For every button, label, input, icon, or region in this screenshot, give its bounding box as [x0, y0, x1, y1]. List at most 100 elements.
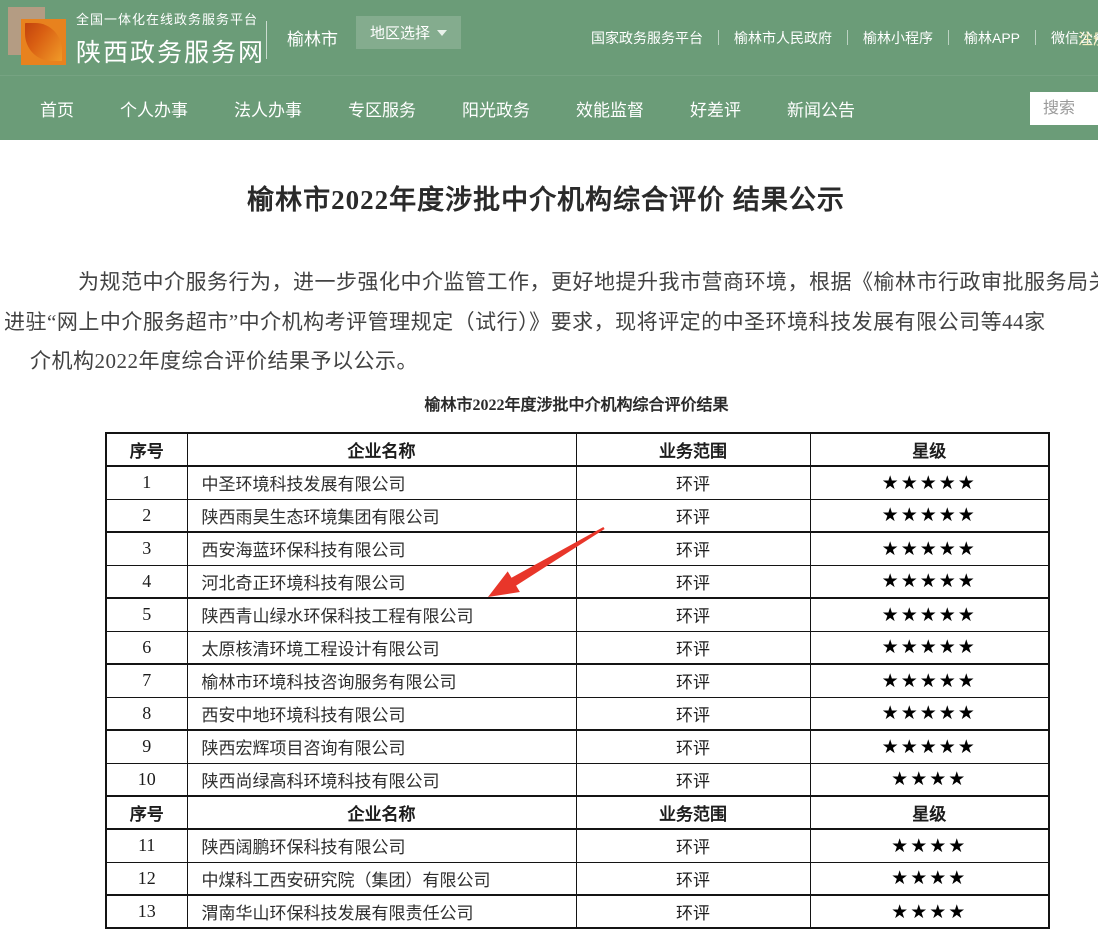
cell-scope: 环评 [576, 895, 810, 928]
cell-star-rating: ★★★★★ [810, 730, 1049, 763]
table-row: 1 中圣环境科技发展有限公司 环评 ★★★★★ [106, 466, 1049, 499]
paragraph-line-1: 为规范中介服务行为，进一步强化中介监管工作，更好地提升我市营商环境，根据《榆林市… [78, 266, 1098, 296]
cell-no: 6 [106, 631, 187, 664]
cell-company-name: 河北奇正环境科技有限公司 [187, 565, 576, 598]
cell-star-rating: ★★★★★ [810, 631, 1049, 664]
header-links: 国家政务服务平台 榆林市人民政府 榆林小程序 榆林APP 微信公众号 [576, 0, 1098, 75]
nav-items: 首页 个人办事 法人办事 专区服务 阳光政务 效能监督 好差评 新闻公告 [40, 76, 855, 141]
col-header-no: 序号 [106, 796, 187, 829]
cell-scope: 环评 [576, 862, 810, 895]
current-city-label: 榆林市 [287, 25, 338, 50]
cell-company-name: 渭南华山环保科技发展有限责任公司 [187, 895, 576, 928]
link-yulin-government[interactable]: 榆林市人民政府 [719, 28, 847, 48]
col-header-stars: 星级 [810, 796, 1049, 829]
link-yulin-miniprogram[interactable]: 榆林小程序 [848, 28, 948, 48]
cell-star-rating: ★★★★★ [810, 697, 1049, 730]
register-link[interactable]: 注册 [1078, 28, 1098, 49]
cell-star-rating: ★★★★★ [810, 565, 1049, 598]
cell-company-name: 陕西青山绿水环保科技工程有限公司 [187, 598, 576, 631]
top-header-bar: 全国一体化在线政务服务平台 陕西政务服务网 榆林市 地区选择 国家政务服务平台 … [0, 0, 1098, 75]
cell-no: 4 [106, 565, 187, 598]
cell-scope: 环评 [576, 631, 810, 664]
site-logo-icon [8, 7, 66, 65]
cell-company-name: 西安海蓝环保科技有限公司 [187, 532, 576, 565]
table-row: 11 陕西阔鹏环保科技有限公司 环评 ★★★★ [106, 829, 1049, 862]
cell-company-name: 西安中地环境科技有限公司 [187, 697, 576, 730]
table-header-row: 序号 企业名称 业务范围 星级 [106, 433, 1049, 466]
col-header-scope: 业务范围 [576, 433, 810, 466]
cell-star-rating: ★★★★★ [810, 499, 1049, 532]
cell-company-name: 陕西阔鹏环保科技有限公司 [187, 829, 576, 862]
nav-item-home[interactable]: 首页 [40, 96, 74, 121]
search-input[interactable] [1030, 92, 1098, 125]
cell-scope: 环评 [576, 565, 810, 598]
page-title: 榆林市2022年度涉批中介机构综合评价 结果公示 [0, 178, 1092, 217]
cell-scope: 环评 [576, 532, 810, 565]
cell-no: 13 [106, 895, 187, 928]
cell-company-name: 中圣环境科技发展有限公司 [187, 466, 576, 499]
table-header-row-repeat: 序号 企业名称 业务范围 星级 [106, 796, 1049, 829]
link-national-platform[interactable]: 国家政务服务平台 [576, 28, 718, 48]
col-header-stars: 星级 [810, 433, 1049, 466]
cell-no: 7 [106, 664, 187, 697]
cell-scope: 环评 [576, 829, 810, 862]
col-header-name: 企业名称 [187, 796, 576, 829]
cell-scope: 环评 [576, 598, 810, 631]
page: { "header": { "platform_label": "全国一体化在线… [0, 0, 1098, 947]
cell-star-rating: ★★★★★ [810, 532, 1049, 565]
cell-no: 3 [106, 532, 187, 565]
table-row: 13 渭南华山环保科技发展有限责任公司 环评 ★★★★ [106, 895, 1049, 928]
col-header-scope: 业务范围 [576, 796, 810, 829]
paragraph-line-3: 介机构2022年度综合评价结果予以公示。 [30, 345, 418, 375]
cell-no: 12 [106, 862, 187, 895]
col-header-name: 企业名称 [187, 433, 576, 466]
nav-item-news[interactable]: 新闻公告 [787, 96, 855, 121]
nav-item-legal-person[interactable]: 法人办事 [234, 96, 302, 121]
table-row: 10 陕西尚绿高科环境科技有限公司 环评 ★★★★ [106, 763, 1049, 796]
cell-star-rating: ★★★★★ [810, 598, 1049, 631]
cell-star-rating: ★★★★★ [810, 466, 1049, 499]
table-row-highlighted-by-arrow: 4 河北奇正环境科技有限公司 环评 ★★★★★ [106, 565, 1049, 598]
link-yulin-app[interactable]: 榆林APP [949, 28, 1035, 48]
cell-star-rating: ★★★★ [810, 763, 1049, 796]
table-row: 9 陕西宏辉项目咨询有限公司 环评 ★★★★★ [106, 730, 1049, 763]
cell-star-rating: ★★★★ [810, 829, 1049, 862]
table-row: 12 中煤科工西安研究院（集团）有限公司 环评 ★★★★ [106, 862, 1049, 895]
table-caption: 榆林市2022年度涉批中介机构综合评价结果 [105, 391, 1048, 415]
cell-scope: 环评 [576, 499, 810, 532]
region-select-label: 地区选择 [370, 22, 430, 43]
cell-company-name: 中煤科工西安研究院（集团）有限公司 [187, 862, 576, 895]
cell-scope: 环评 [576, 466, 810, 499]
cell-star-rating: ★★★★ [810, 895, 1049, 928]
cell-company-name: 陕西尚绿高科环境科技有限公司 [187, 763, 576, 796]
cell-scope: 环评 [576, 763, 810, 796]
cell-company-name: 榆林市环境科技咨询服务有限公司 [187, 664, 576, 697]
cell-star-rating: ★★★★★ [810, 664, 1049, 697]
cell-company-name: 陕西雨昊生态环境集团有限公司 [187, 499, 576, 532]
table-row: 6 太原核清环境工程设计有限公司 环评 ★★★★★ [106, 631, 1049, 664]
cell-scope: 环评 [576, 697, 810, 730]
site-identity: 全国一体化在线政务服务平台 陕西政务服务网 [76, 9, 265, 69]
cell-scope: 环评 [576, 730, 810, 763]
site-name: 陕西政务服务网 [76, 33, 265, 69]
cell-no: 2 [106, 499, 187, 532]
nav-item-efficiency-supervision[interactable]: 效能监督 [576, 96, 644, 121]
region-select-button[interactable]: 地区选择 [356, 16, 461, 49]
table-row: 2 陕西雨昊生态环境集团有限公司 环评 ★★★★★ [106, 499, 1049, 532]
header-vertical-divider [266, 21, 267, 59]
cell-scope: 环评 [576, 664, 810, 697]
cell-no: 10 [106, 763, 187, 796]
platform-label: 全国一体化在线政务服务平台 [76, 9, 265, 28]
cell-no: 9 [106, 730, 187, 763]
nav-item-open-government[interactable]: 阳光政务 [462, 96, 530, 121]
cell-company-name: 陕西宏辉项目咨询有限公司 [187, 730, 576, 763]
table-row: 5 陕西青山绿水环保科技工程有限公司 环评 ★★★★★ [106, 598, 1049, 631]
nav-item-zone-services[interactable]: 专区服务 [348, 96, 416, 121]
cell-no: 1 [106, 466, 187, 499]
evaluation-results-table: 序号 企业名称 业务范围 星级 1 中圣环境科技发展有限公司 环评 ★★★★★ … [105, 432, 1050, 929]
nav-item-rating[interactable]: 好差评 [690, 96, 741, 121]
chevron-down-icon [437, 30, 447, 36]
main-navigation-bar: 首页 个人办事 法人办事 专区服务 阳光政务 效能监督 好差评 新闻公告 [0, 75, 1098, 140]
paragraph-line-2: 进驻“网上中介服务超市”中介机构考评管理规定（试行）》要求，现将评定的中圣环境科… [4, 306, 1046, 336]
nav-item-personal[interactable]: 个人办事 [120, 96, 188, 121]
